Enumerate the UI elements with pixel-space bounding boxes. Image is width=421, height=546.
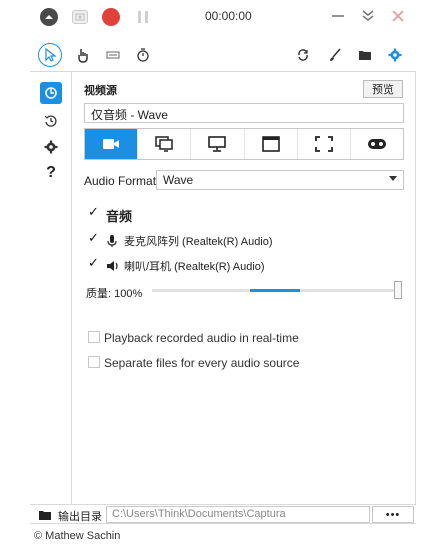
- screenshot-icon[interactable]: [72, 10, 88, 24]
- output-label: 输出目录: [58, 511, 102, 523]
- more-button[interactable]: •••: [372, 506, 414, 523]
- capture-mode-bar: [84, 128, 404, 160]
- output-path-field[interactable]: C:\Users\Think\Documents\Captura: [106, 506, 370, 523]
- camera-mode-button[interactable]: [85, 129, 139, 159]
- device-checkbox-microphone[interactable]: [88, 230, 100, 246]
- device-label: 麦克风阵列 (Realtek(R) Audio): [124, 236, 273, 248]
- quality-label: 质量: 100%: [86, 288, 143, 300]
- microphone-icon: [107, 235, 117, 247]
- monitor-icon: [208, 136, 227, 152]
- source-label: 视频源: [84, 85, 117, 97]
- sidebar: ?: [30, 72, 72, 504]
- audio-format-value: Wave: [163, 173, 194, 187]
- collapse-icon[interactable]: [40, 8, 58, 26]
- camera-icon: [103, 139, 120, 149]
- main-panel: 视频源 预览 仅音频 - Wave Audio Format Wave 音频 麦…: [72, 72, 416, 504]
- region-mode-button[interactable]: [298, 129, 351, 159]
- playback-label: Playback recorded audio in real-time: [104, 331, 299, 345]
- game-mode-button[interactable]: [351, 129, 403, 159]
- settings-icon[interactable]: [40, 136, 62, 158]
- separate-files-checkbox[interactable]: [88, 356, 100, 368]
- output-bar: 输出目录 C:\Users\Think\Documents\Captura ••…: [30, 504, 416, 524]
- audio-format-select[interactable]: Wave: [156, 170, 404, 190]
- monitor-mode-button[interactable]: [191, 129, 245, 159]
- source-field[interactable]: 仅音频 - Wave: [84, 103, 404, 123]
- title-bar: 00:00:00: [0, 0, 421, 34]
- toolbar: [30, 40, 416, 72]
- folder-icon[interactable]: [354, 44, 376, 66]
- audio-format-label: Audio Format: [84, 174, 157, 188]
- credit: © Mathew Sachin: [34, 530, 121, 542]
- window-icon: [261, 136, 280, 152]
- close-icon[interactable]: [388, 6, 408, 26]
- quality-slider[interactable]: [152, 289, 394, 292]
- region-icon: [314, 136, 333, 152]
- slider-thumb[interactable]: [394, 281, 402, 299]
- playback-checkbox[interactable]: [88, 331, 100, 343]
- device-checkbox-speaker[interactable]: [88, 255, 100, 271]
- stopwatch-icon[interactable]: [132, 44, 154, 66]
- collapse-down-icon[interactable]: [358, 6, 378, 26]
- hand-icon[interactable]: [72, 44, 94, 66]
- gear-icon[interactable]: [384, 44, 406, 66]
- help-icon[interactable]: ?: [40, 162, 62, 184]
- device-label: 喇叭/耳机 (Realtek(R) Audio): [124, 261, 265, 273]
- preview-button[interactable]: 预览: [363, 80, 403, 98]
- cursor-icon[interactable]: [38, 43, 62, 67]
- audio-checkbox[interactable]: [88, 204, 100, 220]
- window-mode-button[interactable]: [245, 129, 298, 159]
- separate-files-label: Separate files for every audio source: [104, 356, 300, 370]
- history-icon[interactable]: [40, 110, 62, 132]
- slider-highlight: [250, 289, 300, 292]
- pause-icon[interactable]: [134, 8, 152, 26]
- keyboard-icon[interactable]: [102, 44, 124, 66]
- timer: 00:00:00: [205, 9, 252, 23]
- minimize-icon[interactable]: [328, 6, 348, 26]
- record-button[interactable]: [102, 8, 120, 26]
- chevron-down-icon: [389, 176, 397, 181]
- speaker-icon: [107, 261, 118, 271]
- screen-icon: [155, 136, 173, 152]
- refresh-icon[interactable]: [292, 44, 314, 66]
- device-row-speaker: 喇叭/耳机 (Realtek(R) Audio): [106, 258, 265, 274]
- screen-mode-button[interactable]: [138, 129, 192, 159]
- brush-icon[interactable]: [324, 44, 346, 66]
- folder-icon[interactable]: [38, 509, 52, 521]
- device-row-microphone: 麦克风阵列 (Realtek(R) Audio): [106, 233, 273, 249]
- audio-title: 音频: [106, 209, 133, 224]
- home-icon[interactable]: [40, 82, 62, 104]
- game-icon: [367, 139, 386, 149]
